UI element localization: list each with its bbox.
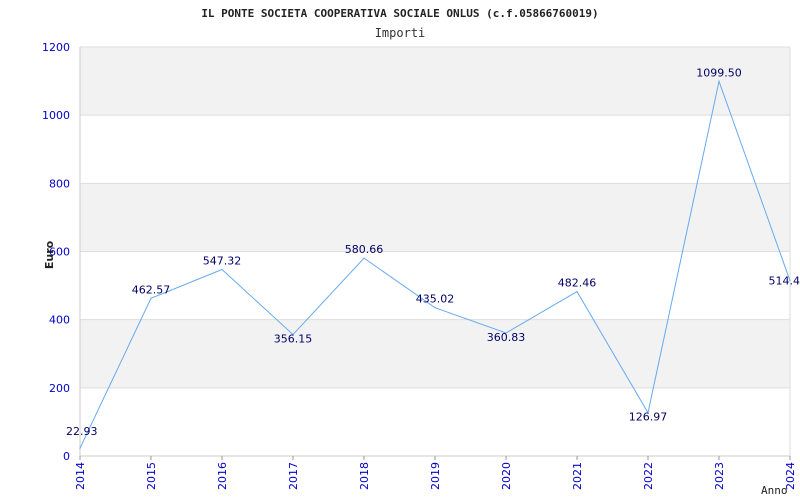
x-tick-label: 2016 <box>216 462 229 490</box>
y-tick-label: 0 <box>63 450 70 463</box>
data-label: 435.02 <box>416 293 455 306</box>
chart-title: IL PONTE SOCIETA COOPERATIVA SOCIALE ONL… <box>201 7 598 20</box>
y-tick-label: 400 <box>49 314 70 327</box>
data-label: 356.15 <box>274 333 313 346</box>
data-label: 22.93 <box>66 425 98 438</box>
x-tick-label: 2017 <box>287 462 300 490</box>
data-label: 1099.50 <box>696 66 742 79</box>
grid-band <box>80 47 790 116</box>
data-point <box>363 257 365 259</box>
chart-subtitle: Importi <box>375 26 426 40</box>
x-tick-label: 2020 <box>500 462 513 490</box>
line-chart: IL PONTE SOCIETA COOPERATIVA SOCIALE ONL… <box>42 7 800 497</box>
y-tick-label: 200 <box>49 382 70 395</box>
x-tick-label: 2023 <box>713 462 726 490</box>
x-tick-label: 2018 <box>358 462 371 490</box>
y-tick-label: 1000 <box>42 109 70 122</box>
data-point <box>150 297 152 299</box>
data-label: 514.4 <box>769 275 800 288</box>
grid-band <box>80 319 790 388</box>
y-tick-label: 1200 <box>42 41 70 54</box>
data-point <box>718 80 720 82</box>
x-tick-label: 2014 <box>74 462 87 490</box>
data-label: 547.32 <box>203 254 242 267</box>
data-label: 482.46 <box>558 277 597 290</box>
x-tick-label: 2015 <box>145 462 158 490</box>
grid-band <box>80 183 790 252</box>
data-label: 360.83 <box>487 331 526 344</box>
x-axis-ticks: 2014 2015 2016 2017 2018 2019 2020 2021 2022 2023… <box>74 456 797 490</box>
data-label: 580.66 <box>345 243 384 256</box>
x-axis-label: Anno <box>761 484 788 497</box>
x-tick-label: 2021 <box>571 462 584 490</box>
data-label: 462.57 <box>132 283 171 296</box>
data-point <box>434 307 436 309</box>
x-tick-label: 2019 <box>429 462 442 490</box>
y-axis-label: Euro <box>43 240 56 269</box>
data-point <box>79 447 81 449</box>
y-tick-label: 800 <box>49 177 70 190</box>
data-point <box>576 290 578 293</box>
data-point <box>221 268 223 271</box>
data-label: 126.97 <box>629 411 668 424</box>
x-tick-label: 2022 <box>642 462 655 490</box>
